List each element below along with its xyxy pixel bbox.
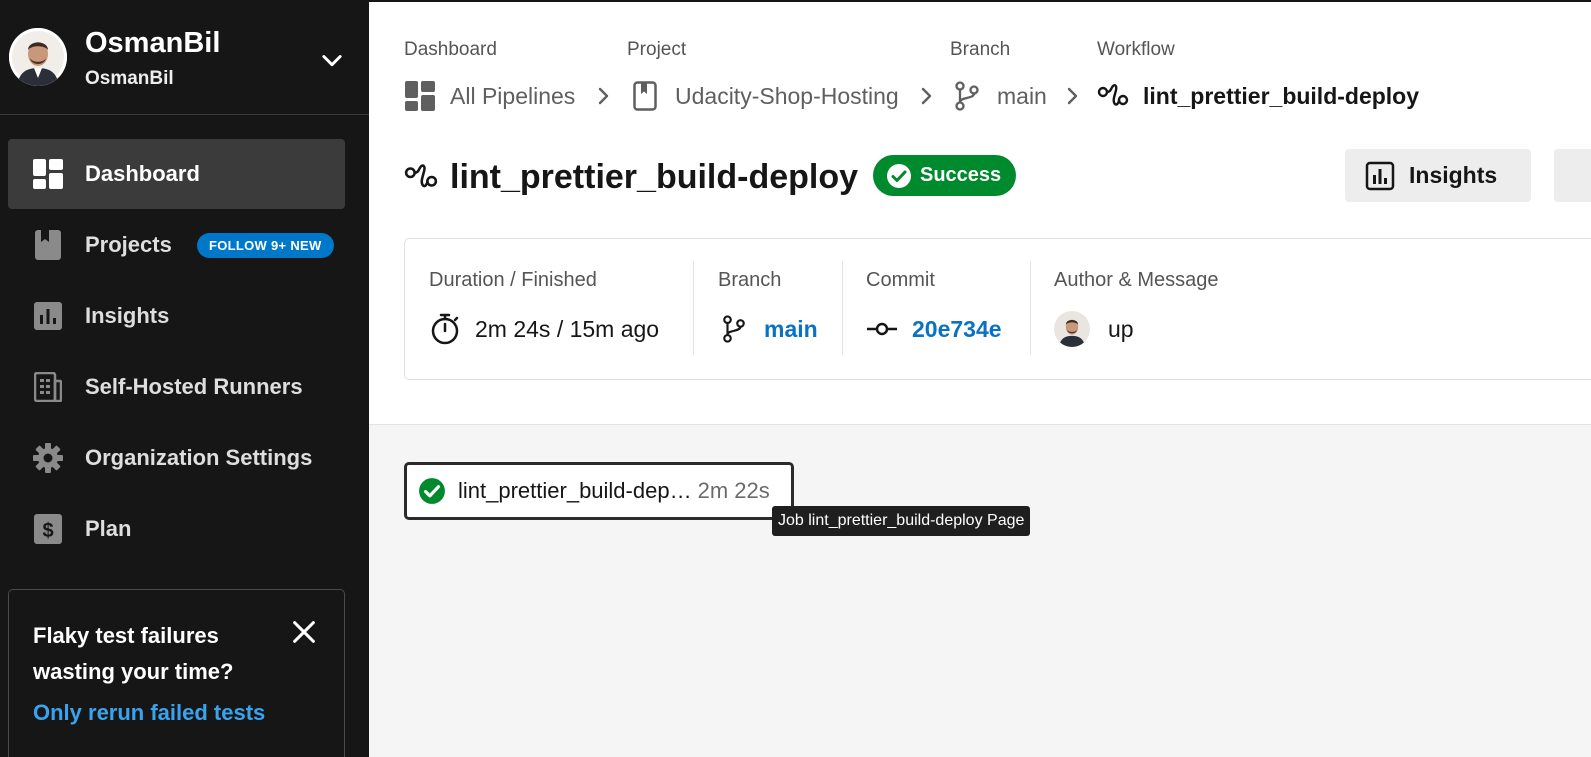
commit-link[interactable]: 20e734e [912, 316, 1002, 343]
breadcrumb-label: Udacity-Shop-Hosting [675, 82, 899, 109]
page-title-row: lint_prettier_build-deploy [404, 152, 858, 202]
breadcrumb-all-pipelines[interactable]: All Pipelines [404, 78, 575, 114]
job-tooltip: Job lint_prettier_build-deploy Page [772, 506, 1031, 536]
bar-chart-icon [1365, 161, 1395, 190]
job-duration: 2m 22s [697, 478, 770, 503]
breadcrumb-heading-branch: Branch [950, 39, 1011, 60]
workflow-icon [1097, 80, 1129, 112]
workflow-summary: Duration / Finished 2m 24s / 15m ago Bra… [404, 238, 1591, 380]
branch-icon [951, 80, 983, 112]
author-value-row: up [1054, 311, 1134, 347]
promo-card: Flaky test failures wasting your time? O… [8, 589, 345, 757]
sidebar-item-plan[interactable]: $ Plan [8, 494, 345, 564]
author-avatar [1054, 311, 1090, 347]
breadcrumb-label: main [997, 82, 1047, 109]
breadcrumb-heading-project: Project [627, 39, 687, 60]
main-content: Dashboard Project Branch Workflow All Pi… [369, 0, 1591, 757]
sidebar-item-label: Organization Settings [85, 445, 313, 470]
sidebar-item-label: Self-Hosted Runners [85, 374, 303, 399]
chevron-down-icon[interactable] [318, 46, 346, 74]
sidebar: OsmanBil OsmanBil Dashboard Projects FOL… [0, 0, 369, 757]
dollar-icon: $ [32, 513, 64, 545]
duration-value-row: 2m 24s / 15m ago [429, 311, 659, 347]
commit-heading: Commit [866, 269, 935, 291]
sidebar-item-label: Dashboard [85, 161, 200, 186]
breadcrumb-project[interactable]: Udacity-Shop-Hosting [629, 78, 899, 114]
workflow-icon [404, 164, 438, 188]
runner-icon [32, 371, 64, 403]
bookmark-icon [629, 80, 661, 112]
dashboard-icon [32, 158, 64, 190]
breadcrumb-heading-workflow: Workflow [1097, 39, 1175, 60]
breadcrumb-label: All Pipelines [450, 82, 576, 109]
branch-heading: Branch [718, 269, 782, 291]
branch-link[interactable]: main [764, 316, 818, 343]
stopwatch-icon [429, 313, 461, 345]
chevron-right-icon [921, 87, 932, 105]
sidebar-item-organization-settings[interactable]: Organization Settings [8, 423, 345, 493]
gear-icon [32, 442, 64, 474]
breadcrumb-label: lint_prettier_build-deploy [1143, 82, 1420, 109]
org-avatar [9, 28, 67, 86]
more-actions-button[interactable] [1554, 149, 1591, 202]
duration-value: 2m 24s / 15m ago [475, 315, 660, 342]
check-circle-icon [419, 478, 445, 504]
breadcrumb-heading-dashboard: Dashboard [404, 39, 497, 60]
breadcrumb-workflow: lint_prettier_build-deploy [1097, 78, 1419, 114]
workflow-header: Dashboard Project Branch Workflow All Pi… [369, 2, 1591, 425]
sidebar-item-label: Insights [85, 303, 170, 328]
page-title: lint_prettier_build-deploy [450, 157, 859, 196]
close-icon[interactable] [290, 618, 318, 646]
branch-value-row[interactable]: main [718, 311, 818, 347]
org-name: OsmanBil [85, 27, 221, 59]
sidebar-item-self-hosted-runners[interactable]: Self-Hosted Runners [8, 352, 345, 422]
bookmark-icon [32, 229, 64, 261]
follow-new-badge[interactable]: FOLLOW 9+ NEW [197, 233, 334, 258]
insights-button[interactable]: Insights [1345, 149, 1531, 202]
status-label: Success [920, 164, 1002, 186]
sidebar-item-projects[interactable]: Projects FOLLOW 9+ NEW [8, 210, 345, 280]
divider [693, 261, 694, 355]
job-card[interactable]: lint_prettier_build-dep… 2m 22s [404, 462, 794, 520]
check-circle-icon [887, 163, 911, 188]
status-badge: Success [873, 155, 1016, 196]
dashboard-icon [404, 80, 436, 112]
sidebar-item-label: Projects [85, 232, 172, 257]
chevron-right-icon [598, 87, 609, 105]
commit-message: up [1108, 315, 1134, 342]
author-heading: Author & Message [1054, 269, 1219, 291]
sidebar-item-label: Plan [85, 516, 132, 541]
insights-button-label: Insights [1409, 162, 1498, 188]
branch-icon [718, 313, 750, 345]
job-name: lint_prettier_build-dep… [458, 478, 692, 503]
sidebar-item-insights[interactable]: Insights [8, 281, 345, 351]
breadcrumb-branch[interactable]: main [951, 78, 1047, 114]
org-subtitle: OsmanBil [85, 68, 174, 89]
bar-chart-icon [32, 300, 64, 332]
commit-icon [866, 313, 898, 345]
sidebar-item-dashboard[interactable]: Dashboard [8, 139, 345, 209]
rerun-failed-tests-link[interactable]: Only rerun failed tests [33, 700, 265, 726]
chevron-right-icon [1067, 87, 1078, 105]
commit-value-row[interactable]: 20e734e [866, 311, 1002, 347]
org-switcher[interactable]: OsmanBil OsmanBil [0, 0, 369, 115]
divider [1030, 261, 1031, 355]
divider [842, 261, 843, 355]
svg-text:$: $ [42, 520, 53, 542]
duration-heading: Duration / Finished [429, 269, 597, 291]
promo-title: Flaky test failures wasting your time? [33, 623, 234, 684]
